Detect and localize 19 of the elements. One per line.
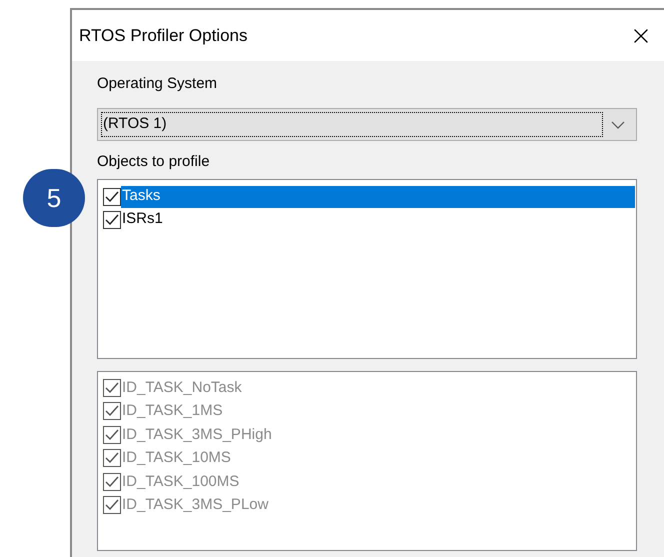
checkmark-icon	[105, 214, 119, 226]
os-dropdown[interactable]: (RTOS 1)	[97, 108, 637, 141]
checkmark-icon	[105, 428, 119, 441]
step-badge: 5	[23, 169, 85, 227]
list-item[interactable]: Tasks	[121, 186, 635, 208]
list-item[interactable]: ISRs1	[121, 208, 635, 230]
chevron-down-icon	[611, 120, 625, 128]
checkmark-icon	[105, 452, 119, 464]
window-title: RTOS Profiler Options	[79, 24, 248, 47]
checkmark-icon	[105, 405, 119, 418]
dropdown-value: (RTOS 1)	[101, 112, 603, 137]
checkmark-icon	[105, 382, 119, 394]
checkbox[interactable]	[103, 188, 121, 206]
section-label: Objects to profile	[97, 152, 211, 172]
checkbox[interactable]	[103, 210, 121, 228]
checkmark-icon	[105, 190, 119, 202]
field-label: Operating System	[97, 74, 218, 94]
checkmark-icon	[105, 499, 119, 512]
checkmark-icon	[105, 476, 119, 488]
